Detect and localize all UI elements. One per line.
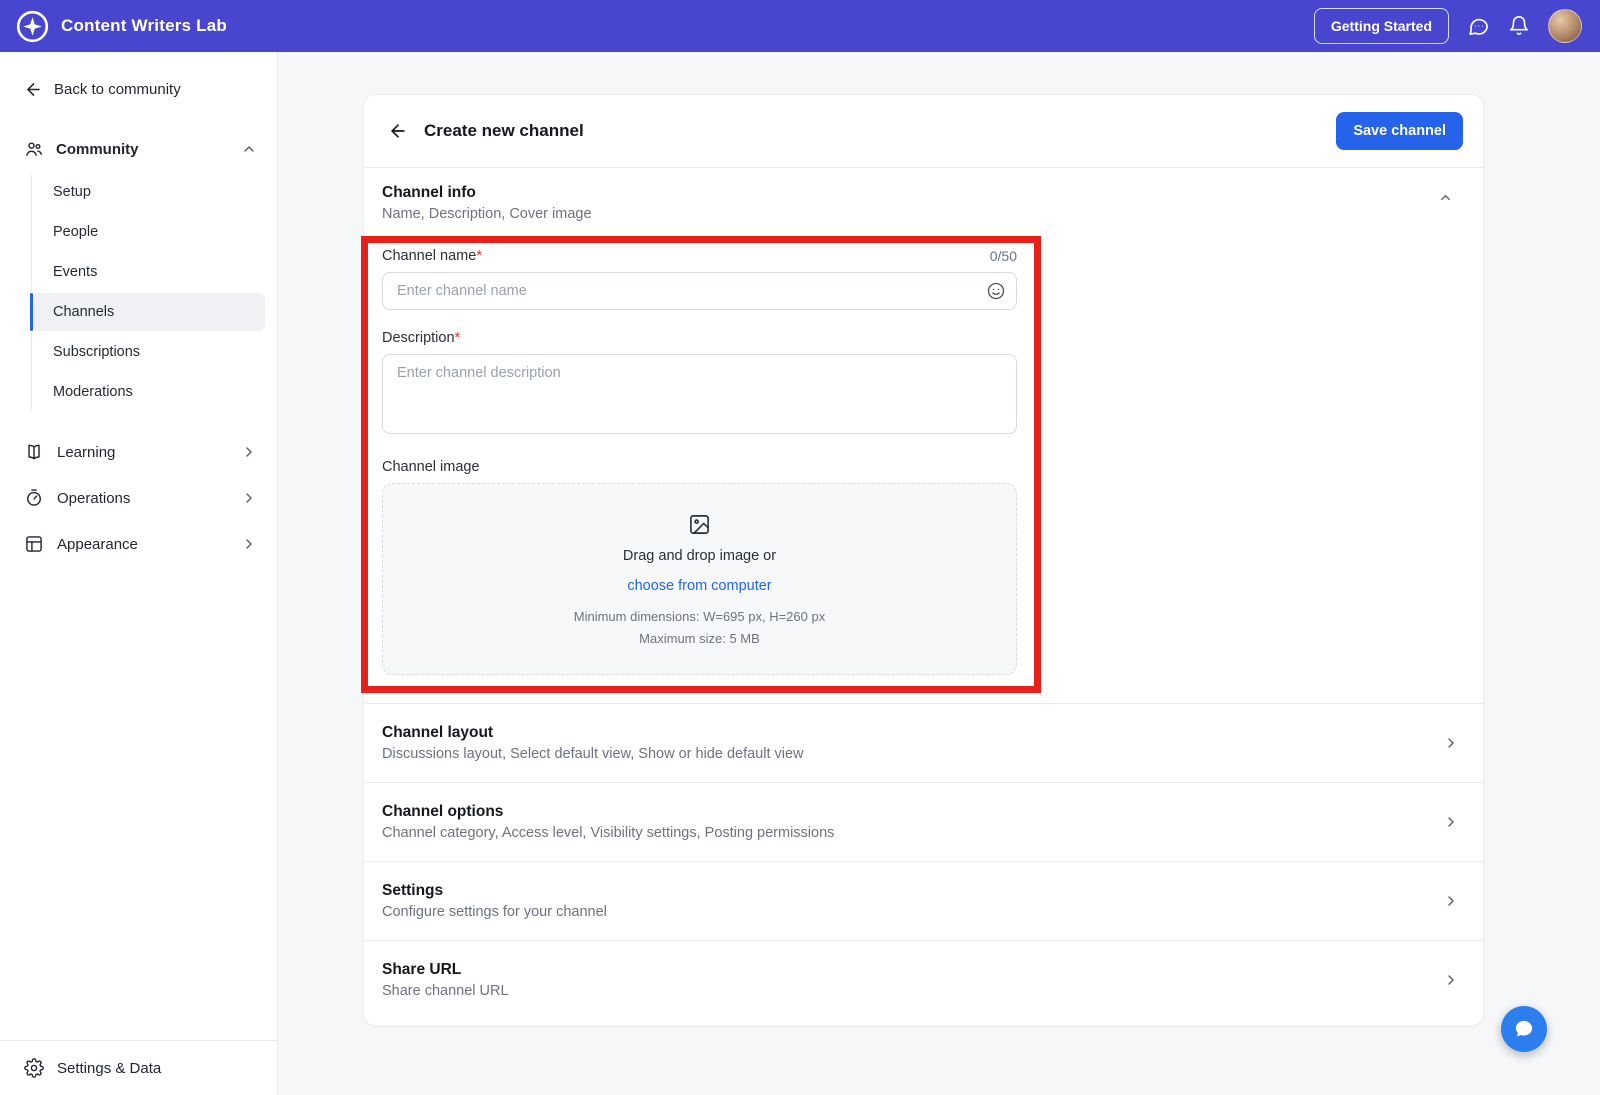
section-title: Settings: [382, 882, 607, 900]
chat-bubble-icon: [1467, 15, 1490, 38]
emoji-picker-button[interactable]: [986, 281, 1006, 301]
arrow-left-icon: [388, 121, 408, 141]
chat-launcher-button[interactable]: [1501, 1006, 1547, 1052]
community-people-icon: [24, 139, 44, 159]
sidebar-item-label: Moderations: [53, 384, 133, 400]
description-label: Description*: [382, 330, 460, 346]
back-button[interactable]: [384, 117, 412, 145]
sidebar-item-setup[interactable]: Setup: [30, 173, 265, 211]
section-subtitle: Channel category, Access level, Visibili…: [382, 825, 834, 841]
sidebar-item-label: Subscriptions: [53, 344, 140, 360]
page-title: Create new channel: [424, 121, 584, 141]
chevron-right-icon: [241, 536, 257, 552]
channel-info-subtitle: Name, Description, Cover image: [382, 206, 592, 222]
section-settings[interactable]: Settings Configure settings for your cha…: [364, 861, 1483, 940]
sidebar-item-operations[interactable]: Operations: [0, 475, 277, 521]
messages-button[interactable]: [1467, 15, 1490, 38]
sidebar-item-label: People: [53, 224, 98, 240]
arrow-left-icon: [24, 80, 43, 99]
sidebar-item-community[interactable]: Community: [0, 135, 277, 163]
sidebar-item-subscriptions[interactable]: Subscriptions: [30, 333, 265, 371]
required-asterisk: *: [455, 330, 461, 346]
sidebar-item-label: Setup: [53, 184, 91, 200]
channel-name-input[interactable]: [382, 272, 1017, 310]
section-channel-layout[interactable]: Channel layout Discussions layout, Selec…: [364, 703, 1483, 782]
chevron-up-icon: [241, 141, 257, 157]
sidebar-item-label: Events: [53, 264, 97, 280]
image-icon: [688, 513, 711, 536]
sidebar-item-moderations[interactable]: Moderations: [30, 373, 265, 411]
sidebar: Back to community Community Setup: [0, 52, 278, 1095]
notifications-button[interactable]: [1508, 15, 1530, 37]
sidebar-item-label: Channels: [53, 304, 114, 320]
sidebar-item-channels[interactable]: Channels: [30, 293, 265, 331]
main-content: Create new channel Save channel Channel …: [278, 52, 1600, 1095]
book-icon: [24, 442, 44, 462]
channel-description-input[interactable]: [382, 354, 1017, 434]
section-title: Channel layout: [382, 724, 804, 742]
sidebar-item-learning[interactable]: Learning: [0, 429, 277, 475]
channel-info-form: Channel name* 0/50: [364, 222, 1483, 703]
create-channel-card: Create new channel Save channel Channel …: [363, 94, 1484, 1026]
app-title: Content Writers Lab: [61, 16, 227, 36]
channel-info-title: Channel info: [382, 184, 592, 202]
section-subtitle: Discussions layout, Select default view,…: [382, 746, 804, 762]
chevron-right-icon: [1443, 893, 1459, 909]
chevron-right-icon: [1443, 814, 1459, 830]
chevron-right-icon: [241, 444, 257, 460]
max-size-text: Maximum size: 5 MB: [639, 631, 760, 646]
section-title: Channel options: [382, 803, 834, 821]
smiley-icon: [986, 281, 1006, 301]
sidebar-item-label: Learning: [57, 444, 115, 461]
sidebar-item-appearance[interactable]: Appearance: [0, 521, 277, 567]
bell-icon: [1508, 15, 1530, 37]
getting-started-button[interactable]: Getting Started: [1314, 8, 1449, 44]
section-channel-options[interactable]: Channel options Channel category, Access…: [364, 782, 1483, 861]
save-channel-button[interactable]: Save channel: [1336, 112, 1463, 150]
sidebar-item-events[interactable]: Events: [30, 253, 265, 291]
choose-from-computer-link[interactable]: choose from computer: [627, 578, 771, 594]
chat-launcher-icon: [1512, 1017, 1536, 1041]
top-bar: Content Writers Lab Getting Started: [0, 0, 1600, 52]
card-header: Create new channel Save channel: [364, 95, 1483, 168]
section-subtitle: Configure settings for your channel: [382, 904, 607, 920]
sidebar-item-settings-data[interactable]: Settings & Data: [0, 1040, 277, 1095]
dropzone-text: Drag and drop image or: [623, 548, 776, 564]
layout-icon: [24, 534, 44, 554]
back-link-label: Back to community: [54, 81, 181, 98]
channel-image-label: Channel image: [382, 459, 480, 475]
chevron-right-icon: [1443, 735, 1459, 751]
image-dropzone[interactable]: Drag and drop image or choose from compu…: [382, 483, 1017, 675]
chevron-right-icon: [241, 490, 257, 506]
section-subtitle: Share channel URL: [382, 983, 509, 999]
community-subnav: Setup People Events Channels Subscriptio…: [0, 173, 277, 413]
app-logo-icon: [16, 10, 49, 43]
channel-name-label: Channel name*: [382, 248, 482, 264]
sidebar-item-label: Appearance: [57, 536, 138, 553]
chevron-right-icon: [1443, 972, 1459, 988]
section-share-url[interactable]: Share URL Share channel URL: [364, 940, 1483, 1019]
char-counter: 0/50: [990, 248, 1017, 264]
sidebar-item-label: Operations: [57, 490, 130, 507]
channel-info-header: Channel info Name, Description, Cover im…: [364, 168, 1483, 222]
collapse-section-button[interactable]: [1432, 184, 1459, 211]
min-dimensions-text: Minimum dimensions: W=695 px, H=260 px: [574, 609, 825, 624]
app-brand[interactable]: Content Writers Lab: [16, 10, 227, 43]
sidebar-item-people[interactable]: People: [30, 213, 265, 251]
back-to-community-link[interactable]: Back to community: [24, 80, 261, 99]
gauge-icon: [24, 488, 44, 508]
section-title: Share URL: [382, 961, 509, 979]
chevron-up-icon: [1438, 190, 1453, 205]
community-label: Community: [56, 141, 139, 158]
settings-data-label: Settings & Data: [57, 1060, 161, 1077]
gear-icon: [24, 1058, 44, 1078]
user-avatar[interactable]: [1548, 9, 1582, 43]
required-asterisk: *: [476, 248, 482, 264]
